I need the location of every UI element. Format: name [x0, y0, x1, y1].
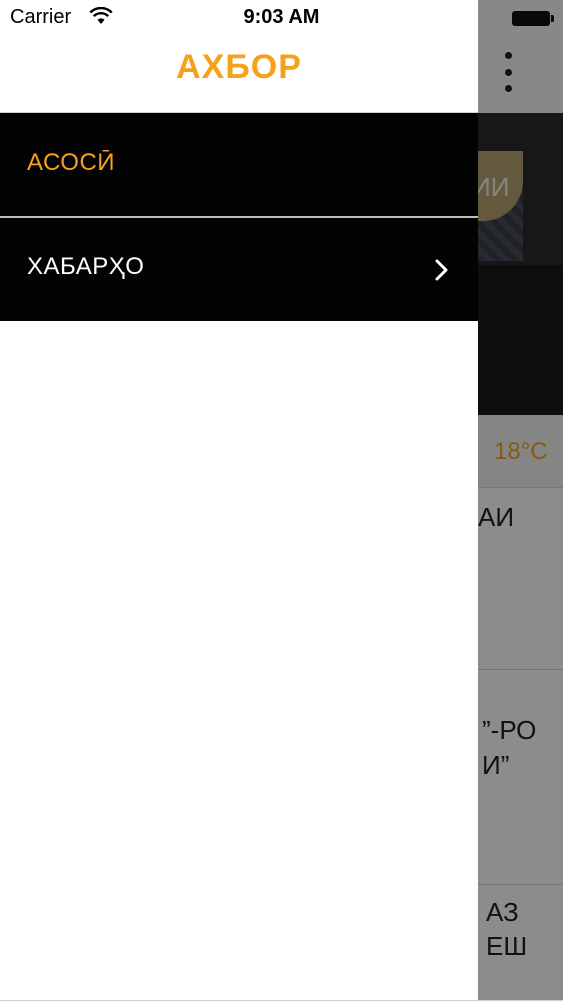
side-drawer: Carrier АХБОР АСОСӢ ХАБАРҲО — [0, 0, 478, 1000]
drawer-menu: АСОСӢ ХАБАРҲО — [0, 113, 478, 321]
menu-item-label: ХАБАРҲО — [27, 253, 145, 280]
drawer-title: АХБОР — [176, 48, 302, 86]
status-time: 9:03 AM — [243, 6, 320, 28]
menu-item-label: АСОСӢ — [27, 149, 116, 176]
menu-item-home[interactable]: АСОСӢ — [0, 113, 478, 216]
chevron-right-icon — [435, 259, 448, 281]
menu-item-news[interactable]: ХАБАРҲО — [0, 217, 478, 320]
